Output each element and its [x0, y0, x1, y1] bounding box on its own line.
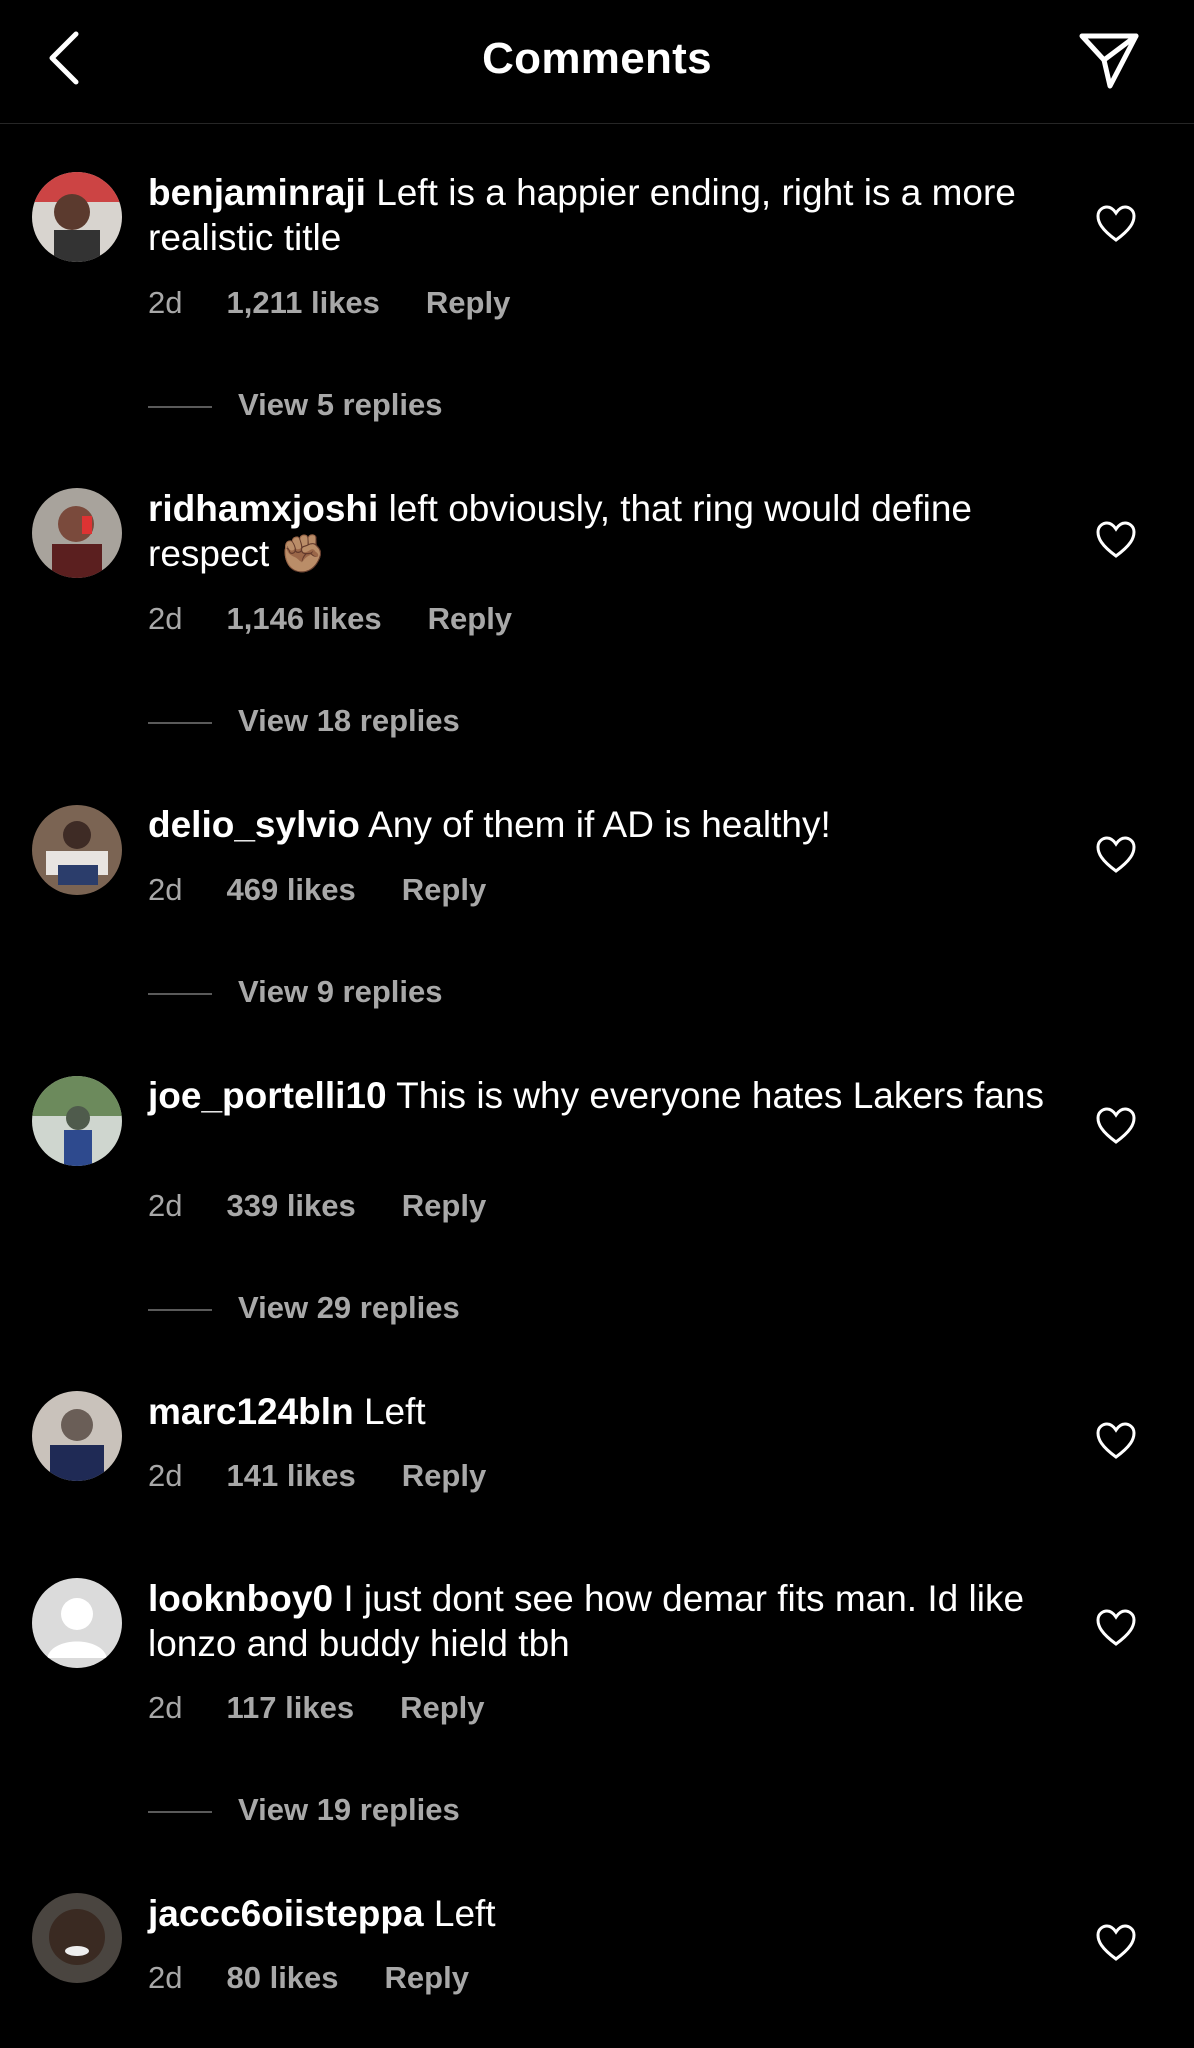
comment-username[interactable]: jaccc6oiisteppa — [148, 1893, 424, 1934]
comment-text: Left — [363, 1391, 426, 1432]
heart-icon[interactable] — [1095, 1421, 1137, 1461]
view-replies-label: View 18 replies — [238, 703, 460, 738]
view-replies-label: View 29 replies — [238, 1290, 460, 1325]
divider-line — [148, 992, 212, 995]
comment-username[interactable]: ridhamxjoshi — [148, 488, 378, 529]
heart-icon[interactable] — [1095, 835, 1137, 875]
comment-meta: 2d 1,211 likes Reply — [148, 285, 510, 321]
comment-likes[interactable]: 1,146 likes — [226, 601, 381, 637]
divider-line — [148, 405, 212, 408]
view-replies-label: View 9 replies — [238, 974, 443, 1009]
comment-username[interactable]: joe_portelli10 — [148, 1075, 387, 1116]
heart-icon[interactable] — [1095, 204, 1137, 244]
comment-username[interactable]: marc124bln — [148, 1391, 354, 1432]
reply-button[interactable]: Reply — [402, 872, 486, 908]
divider-line — [148, 1810, 212, 1813]
reply-button[interactable]: Reply — [428, 601, 512, 637]
comment-text: Any of them if AD is healthy! — [368, 804, 831, 845]
comment-meta: 2d 141 likes Reply — [148, 1458, 486, 1494]
comment-time: 2d — [148, 872, 183, 907]
avatar[interactable] — [32, 805, 122, 895]
comment-meta: 2d 339 likes Reply — [148, 1188, 486, 1224]
heart-icon[interactable] — [1095, 1106, 1137, 1146]
comment-likes[interactable]: 339 likes — [226, 1188, 355, 1224]
paper-plane-icon — [1079, 33, 1139, 89]
avatar[interactable] — [32, 1391, 122, 1481]
reply-button[interactable]: Reply — [400, 1690, 484, 1726]
view-replies-button[interactable]: View 19 replies — [148, 1792, 460, 1828]
avatar[interactable] — [32, 1893, 122, 1983]
page-title: Comments — [482, 34, 712, 83]
comment-likes[interactable]: 1,211 likes — [226, 285, 379, 321]
comment-text: This is why everyone hates Lakers fans — [396, 1075, 1044, 1116]
reply-button[interactable]: Reply — [385, 1960, 469, 1996]
avatar[interactable] — [32, 1578, 122, 1668]
heart-icon[interactable] — [1095, 520, 1137, 560]
comment-meta: 2d 117 likes Reply — [148, 1690, 484, 1726]
comment-username[interactable]: looknboy0 — [148, 1578, 333, 1619]
comment-username[interactable]: benjaminraji — [148, 172, 366, 213]
comment-likes[interactable]: 141 likes — [226, 1458, 355, 1494]
share-button[interactable] — [1074, 28, 1144, 92]
view-replies-label: View 19 replies — [238, 1792, 460, 1827]
comment-time: 2d — [148, 1960, 183, 1995]
comment-time: 2d — [148, 601, 183, 636]
divider-line — [148, 1308, 212, 1311]
comment-time: 2d — [148, 1188, 183, 1223]
view-replies-button[interactable]: View 5 replies — [148, 387, 443, 423]
heart-icon[interactable] — [1095, 1608, 1137, 1648]
view-replies-label: View 5 replies — [238, 387, 443, 422]
divider-line — [148, 721, 212, 724]
comment-username[interactable]: delio_sylvio — [148, 804, 360, 845]
comment-likes[interactable]: 469 likes — [226, 872, 355, 908]
comment-likes[interactable]: 117 likes — [226, 1690, 354, 1726]
comment-meta: 2d 1,146 likes Reply — [148, 601, 512, 637]
comment-meta: 2d 469 likes Reply — [148, 872, 486, 908]
comment-time: 2d — [148, 1458, 183, 1493]
avatar[interactable] — [32, 172, 122, 262]
heart-icon[interactable] — [1095, 1923, 1137, 1963]
reply-button[interactable]: Reply — [402, 1188, 486, 1224]
comment-likes[interactable]: 80 likes — [226, 1960, 338, 1996]
comment-meta: 2d 80 likes Reply — [148, 1960, 469, 1996]
avatar[interactable] — [32, 488, 122, 578]
reply-button[interactable]: Reply — [402, 1458, 486, 1494]
comment-text: Left — [433, 1893, 496, 1934]
comment-time: 2d — [148, 1690, 183, 1725]
comments-header: Comments — [0, 0, 1194, 124]
view-replies-button[interactable]: View 29 replies — [148, 1290, 460, 1326]
avatar[interactable] — [32, 1076, 122, 1166]
comment-time: 2d — [148, 285, 183, 320]
view-replies-button[interactable]: View 9 replies — [148, 974, 443, 1010]
reply-button[interactable]: Reply — [426, 285, 510, 321]
view-replies-button[interactable]: View 18 replies — [148, 703, 460, 739]
